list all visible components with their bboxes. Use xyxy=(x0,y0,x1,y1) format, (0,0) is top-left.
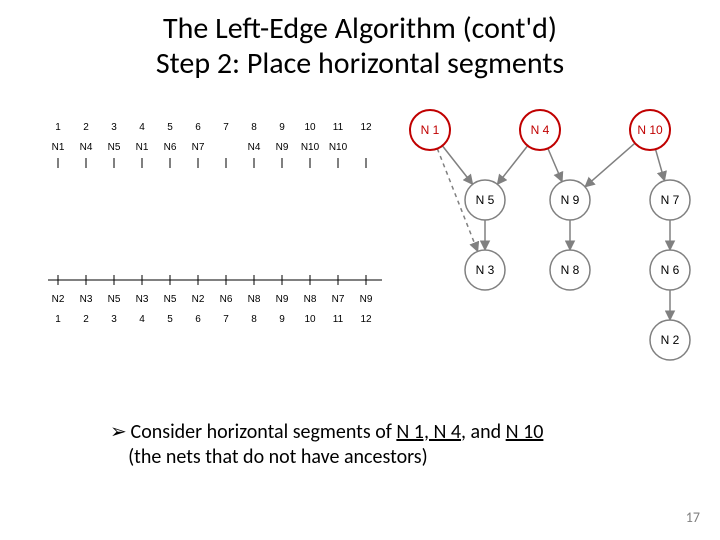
svg-text:N 8: N 8 xyxy=(561,263,580,277)
top-ticks xyxy=(58,158,366,168)
svg-text:N 1: N 1 xyxy=(421,123,440,137)
svg-text:12: 12 xyxy=(360,122,372,133)
svg-text:N6: N6 xyxy=(164,142,177,153)
svg-text:9: 9 xyxy=(279,122,285,133)
svg-text:2: 2 xyxy=(83,314,89,325)
bullet-mid: , and xyxy=(461,420,506,444)
svg-text:5: 5 xyxy=(167,122,173,133)
page-number: 17 xyxy=(686,509,700,526)
svg-text:9: 9 xyxy=(279,314,285,325)
svg-text:3: 3 xyxy=(111,314,117,325)
svg-text:N 10: N 10 xyxy=(637,123,663,137)
svg-text:1: 1 xyxy=(55,122,61,133)
svg-text:N 5: N 5 xyxy=(476,193,495,207)
svg-text:N4: N4 xyxy=(248,142,261,153)
svg-text:4: 4 xyxy=(139,122,145,133)
svg-text:N 9: N 9 xyxy=(561,193,580,207)
top-net-labels: N1 N4 N5 N1 N6 N7 N4 N9 N10 N10 xyxy=(52,142,348,153)
graph-nodes: N 1 N 4 N 10 N 5 N 9 N 7 N 3 N 8 N 6 N 2 xyxy=(410,110,690,360)
svg-text:N6: N6 xyxy=(220,294,233,305)
svg-text:N5: N5 xyxy=(108,142,121,153)
svg-text:3: 3 xyxy=(111,122,117,133)
title-line-2: Step 2: Place horizontal segments xyxy=(156,45,564,82)
svg-text:N3: N3 xyxy=(80,294,93,305)
svg-text:N8: N8 xyxy=(248,294,261,305)
svg-text:N1: N1 xyxy=(136,142,149,153)
svg-text:10: 10 xyxy=(304,314,316,325)
svg-text:1: 1 xyxy=(55,314,61,325)
svg-text:2: 2 xyxy=(83,122,89,133)
constraint-graph: N 1 N 4 N 10 N 5 N 9 N 7 N 3 N 8 N 6 N 2 xyxy=(380,100,700,380)
svg-text:N1: N1 xyxy=(52,142,65,153)
bullet-u2: N 10 xyxy=(506,420,544,444)
svg-text:N7: N7 xyxy=(192,142,205,153)
svg-text:N10: N10 xyxy=(301,142,320,153)
svg-text:N5: N5 xyxy=(164,294,177,305)
bullet-arrow-icon: ➢ xyxy=(110,420,126,445)
svg-text:N4: N4 xyxy=(80,142,93,153)
svg-text:6: 6 xyxy=(195,122,201,133)
svg-text:N5: N5 xyxy=(108,294,121,305)
bullet-text-b: (the nets that do not have ancestors) xyxy=(128,445,428,469)
svg-text:8: 8 xyxy=(251,122,257,133)
svg-text:N 7: N 7 xyxy=(661,193,680,207)
svg-text:11: 11 xyxy=(333,314,344,325)
svg-text:8: 8 xyxy=(251,314,257,325)
svg-text:10: 10 xyxy=(304,122,316,133)
bottom-net-labels: N2 N3 N5 N3 N5 N2 N6 N8 N9 N8 N7 N9 xyxy=(52,294,373,305)
bullet-u1: N 1, N 4 xyxy=(396,420,461,444)
svg-text:N9: N9 xyxy=(276,294,289,305)
svg-text:N3: N3 xyxy=(136,294,149,305)
svg-text:N7: N7 xyxy=(332,294,345,305)
svg-text:N 4: N 4 xyxy=(531,123,550,137)
title-line-1: The Left-Edge Algorithm (cont'd) xyxy=(163,10,557,47)
svg-text:N 2: N 2 xyxy=(661,333,680,347)
svg-text:N9: N9 xyxy=(360,294,373,305)
svg-text:N8: N8 xyxy=(304,294,317,305)
top-col-numbers: 123456789101112 xyxy=(55,122,372,133)
svg-text:7: 7 xyxy=(223,314,229,325)
bullet: ➢ Consider horizontal segments of N 1, N… xyxy=(110,420,650,470)
svg-text:11: 11 xyxy=(333,122,344,133)
svg-text:N2: N2 xyxy=(52,294,65,305)
svg-text:N10: N10 xyxy=(329,142,348,153)
svg-text:7: 7 xyxy=(223,122,229,133)
svg-text:6: 6 xyxy=(195,314,201,325)
bottom-col-numbers: 123456789101112 xyxy=(55,314,372,325)
svg-text:5: 5 xyxy=(167,314,173,325)
svg-text:N 3: N 3 xyxy=(476,263,495,277)
svg-text:N2: N2 xyxy=(192,294,205,305)
channel-diagram: 123456789101112 N1N4N5N1N6N7N4N9N10N10 N… xyxy=(30,110,390,360)
slide: The Left-Edge Algorithm (cont'd) Step 2:… xyxy=(0,0,720,540)
bullet-text-a: Consider horizontal segments of xyxy=(131,420,397,444)
svg-text:N 6: N 6 xyxy=(661,263,680,277)
slide-title: The Left-Edge Algorithm (cont'd) Step 2:… xyxy=(40,12,680,81)
svg-text:12: 12 xyxy=(360,314,372,325)
svg-text:4: 4 xyxy=(139,314,145,325)
svg-text:N9: N9 xyxy=(276,142,289,153)
graph-edges xyxy=(437,143,670,320)
